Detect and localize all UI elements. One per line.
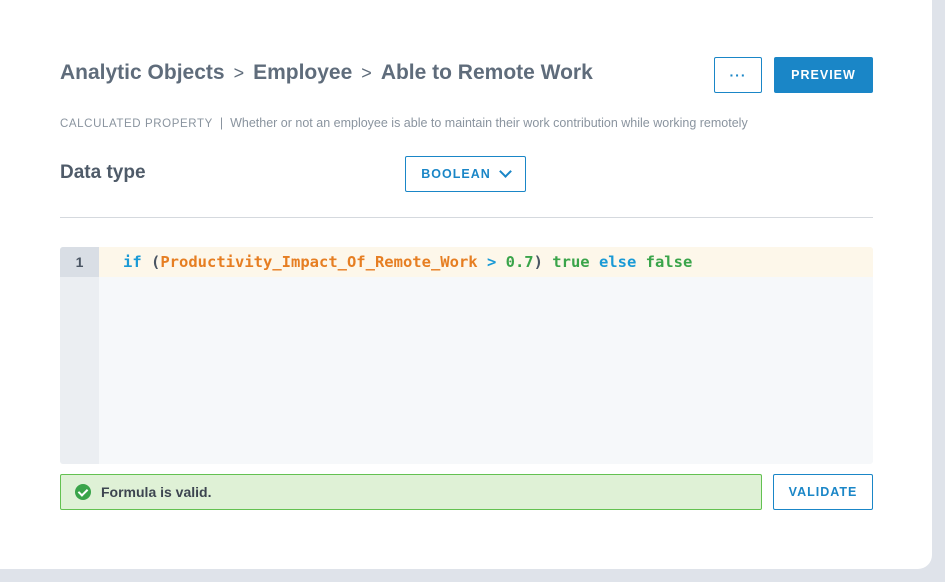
property-reference: Productivity_Impact_Of_Remote_Work — [160, 253, 478, 271]
data-type-label: Data type — [60, 162, 146, 183]
keyword-if: if — [123, 253, 142, 271]
chevron-down-icon — [498, 165, 512, 178]
validation-status: Formula is valid. — [60, 474, 762, 510]
operator: > — [477, 253, 506, 271]
breadcrumb-separator: > — [233, 62, 245, 83]
false-literal: false — [636, 253, 693, 271]
breadcrumb-separator: > — [361, 62, 372, 83]
data-type-select[interactable]: BOOLEAN — [405, 156, 526, 192]
breadcrumb-item-analytic-objects[interactable]: Analytic Objects — [60, 61, 225, 85]
formula-editor[interactable]: 1 if (Productivity_Impact_Of_Remote_Work… — [60, 247, 873, 464]
data-type-selected: BOOLEAN — [421, 167, 491, 181]
code-line[interactable]: if (Productivity_Impact_Of_Remote_Work >… — [99, 247, 873, 277]
page-title: Able to Remote Work — [380, 61, 593, 84]
subtitle-separator: | — [219, 116, 224, 130]
property-kind: CALCULATED PROPERTY — [60, 118, 213, 130]
paren-close: ) — [533, 253, 543, 271]
divider — [60, 217, 873, 218]
line-number: 1 — [60, 247, 99, 277]
paren-open: ( — [141, 253, 161, 271]
formula-card: Analytic Objects > Employee > Able to Re… — [0, 0, 932, 569]
editor-gutter: 1 — [60, 247, 99, 464]
keyword-else: else — [589, 253, 637, 271]
property-description: Whether or not an employee is able to ma… — [230, 116, 748, 130]
validation-message: Formula is valid. — [101, 484, 212, 500]
preview-button[interactable]: PREVIEW — [774, 57, 873, 93]
breadcrumb-item-employee[interactable]: Employee — [253, 61, 352, 85]
true-literal: true — [542, 253, 590, 271]
number-literal: 0.7 — [505, 253, 534, 271]
more-options-button[interactable]: ··· — [714, 57, 762, 93]
validate-button[interactable]: VALIDATE — [773, 474, 873, 510]
breadcrumb: Analytic Objects > Employee > Able to Re… — [60, 61, 593, 85]
property-subtitle: CALCULATED PROPERTY | Whether or not an em… — [60, 116, 748, 130]
check-circle-icon — [75, 484, 91, 500]
